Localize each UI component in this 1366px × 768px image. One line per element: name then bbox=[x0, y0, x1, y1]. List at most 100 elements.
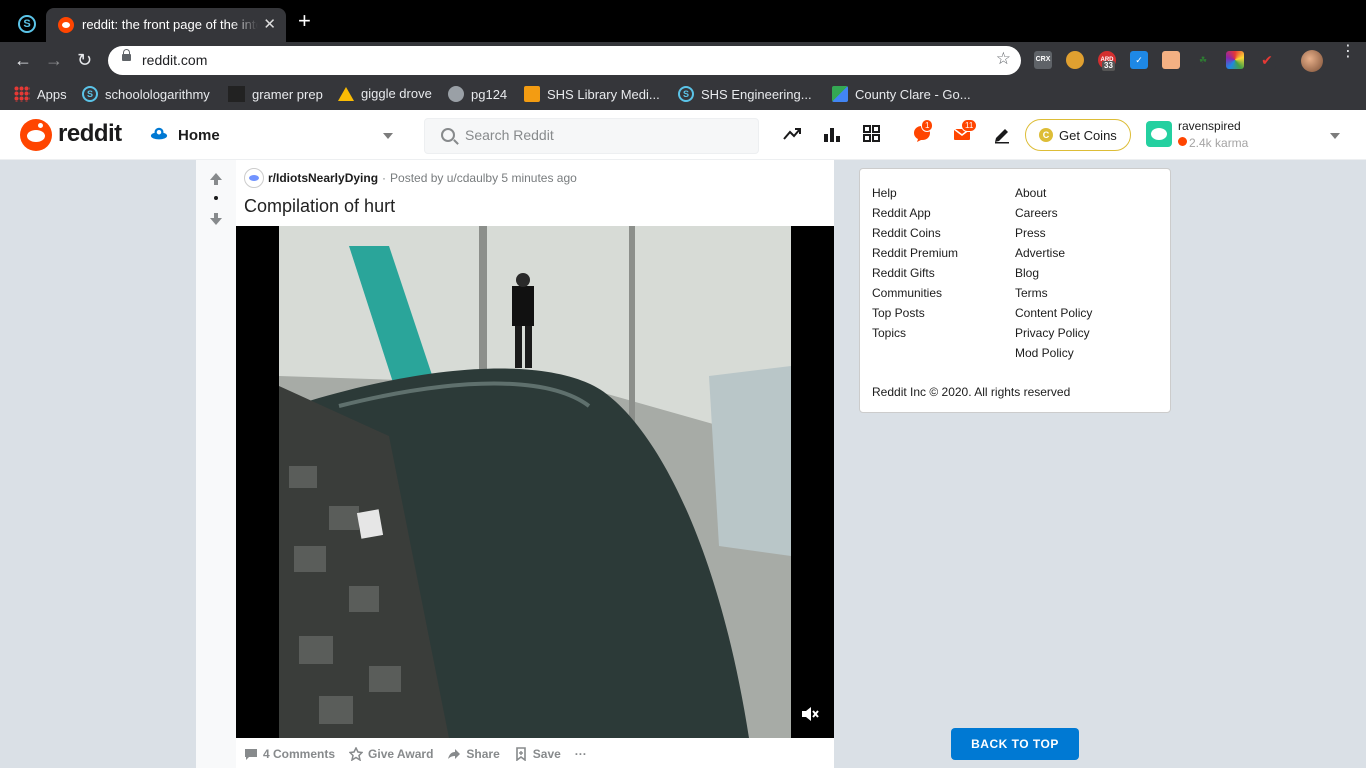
bookmark-shs-engineering[interactable]: S SHS Engineering... bbox=[678, 86, 812, 102]
user-menu[interactable]: ravenspired 2.4k karma bbox=[1146, 117, 1348, 153]
browser-tab-reddit[interactable]: reddit: the front page of the internet ✕ bbox=[46, 8, 286, 42]
inbox-button[interactable]: 11 bbox=[952, 119, 978, 144]
comment-icon bbox=[245, 749, 257, 760]
upvote-arrow-icon[interactable] bbox=[209, 172, 223, 186]
footer-link-careers[interactable]: Careers bbox=[1015, 203, 1092, 223]
footer-link-top-posts[interactable]: Top Posts bbox=[872, 303, 958, 323]
give-award-button[interactable]: Give Award bbox=[349, 747, 433, 761]
footer-link-press[interactable]: Press bbox=[1015, 223, 1092, 243]
more-options-button[interactable]: ··· bbox=[575, 747, 587, 761]
footer-link-reddit-app[interactable]: Reddit App bbox=[872, 203, 958, 223]
leaf-extension-icon[interactable]: ☘ bbox=[1194, 51, 1212, 69]
back-to-top-button[interactable]: BACK TO TOP bbox=[951, 728, 1079, 760]
post-title[interactable]: Compilation of hurt bbox=[244, 196, 395, 217]
posted-by[interactable]: Posted by u/cdaulby 5 minutes ago bbox=[390, 171, 577, 185]
mail-badge: 11 bbox=[961, 119, 978, 132]
search-bar[interactable] bbox=[424, 118, 759, 154]
ard-extension-icon[interactable]: ARD 33 bbox=[1098, 51, 1116, 71]
video-player[interactable] bbox=[236, 226, 834, 738]
crx-extension-icon[interactable]: CRX bbox=[1034, 51, 1052, 69]
footer-link-mod-policy[interactable]: Mod Policy bbox=[1015, 343, 1092, 363]
score-dot bbox=[214, 196, 218, 200]
footer-link-topics[interactable]: Topics bbox=[872, 323, 958, 343]
bookmark-label: Apps bbox=[37, 86, 67, 102]
footer-link-reddit-gifts[interactable]: Reddit Gifts bbox=[872, 263, 958, 283]
footer-link-help[interactable]: Help bbox=[872, 183, 958, 203]
reddit-header: reddit Home 1 bbox=[0, 110, 1366, 160]
schoology-app-icon[interactable]: S bbox=[18, 15, 36, 33]
back-arrow-icon[interactable]: ← bbox=[14, 48, 32, 72]
drive-icon bbox=[338, 86, 354, 101]
reddit-logo-icon[interactable] bbox=[20, 119, 52, 151]
share-button[interactable]: Share bbox=[447, 747, 500, 761]
bookmark-apps[interactable]: Apps bbox=[14, 86, 67, 102]
subreddit-icon[interactable] bbox=[244, 168, 264, 188]
footer-link-privacy-policy[interactable]: Privacy Policy bbox=[1015, 323, 1092, 343]
share-label: Share bbox=[466, 747, 500, 761]
browser-toolbar: ← → ↻ reddit.com ☆ CRX ARD 33 ✓ ☘ ✔ ⋮ bbox=[0, 42, 1366, 78]
bookmark-pg124[interactable]: pg124 bbox=[448, 86, 507, 102]
bookmark-shs-library[interactable]: SHS Library Medi... bbox=[524, 86, 660, 102]
get-coins-label: Get Coins bbox=[1059, 128, 1117, 143]
leaderboard-icon[interactable] bbox=[822, 124, 842, 144]
create-post-pencil-icon[interactable] bbox=[992, 124, 1012, 144]
footer-link-reddit-coins[interactable]: Reddit Coins bbox=[872, 223, 958, 243]
bookmark-label: County Clare - Go... bbox=[855, 86, 971, 102]
chat-button[interactable]: 1 bbox=[912, 119, 934, 144]
reddit-wordmark[interactable]: reddit bbox=[58, 120, 122, 148]
footer-link-content-policy[interactable]: Content Policy bbox=[1015, 303, 1092, 323]
video-frame bbox=[279, 226, 791, 738]
browser-tab-strip: S reddit: the front page of the internet… bbox=[0, 0, 1366, 42]
bookmark-label: giggle drove bbox=[361, 86, 432, 101]
bookmark-schoolologarithmy[interactable]: S schoolologarithmy bbox=[82, 86, 210, 102]
copyright-text: Reddit Inc © 2020. All rights reserved bbox=[872, 385, 1071, 399]
karma-icon bbox=[1178, 137, 1187, 146]
bookmarks-bar: Apps S schoolologarithmy gramer prep gig… bbox=[0, 78, 1366, 110]
bookmark-giggle-drove[interactable]: giggle drove bbox=[338, 86, 432, 101]
get-coins-button[interactable]: C Get Coins bbox=[1025, 119, 1131, 151]
vote-column bbox=[196, 160, 236, 768]
check-extension-icon[interactable]: ✓ bbox=[1130, 51, 1148, 69]
address-bar[interactable]: reddit.com ☆ bbox=[108, 46, 1021, 75]
mute-icon[interactable] bbox=[800, 704, 820, 724]
karma-count: 2.4k karma bbox=[1189, 136, 1249, 150]
reddit-favicon-icon bbox=[58, 17, 74, 33]
bookmark-star-icon[interactable]: ☆ bbox=[996, 49, 1011, 69]
subreddit-link[interactable]: r/IdiotsNearlyDying bbox=[268, 171, 378, 185]
bookmark-county-clare[interactable]: County Clare - Go... bbox=[832, 86, 971, 102]
tab-close-icon[interactable]: ✕ bbox=[263, 15, 276, 33]
rpan-icon[interactable] bbox=[862, 124, 882, 144]
footer-link-communities[interactable]: Communities bbox=[872, 283, 958, 303]
pin-extension-icon[interactable]: ✔ bbox=[1258, 51, 1276, 69]
footer-link-blog[interactable]: Blog bbox=[1015, 263, 1092, 283]
gbi-icon bbox=[228, 86, 245, 102]
downvote-arrow-icon[interactable] bbox=[209, 212, 223, 226]
feed-label: Home bbox=[178, 127, 220, 144]
footer-link-terms[interactable]: Terms bbox=[1015, 283, 1092, 303]
chevron-down-icon bbox=[383, 133, 393, 139]
footer-link-reddit-premium[interactable]: Reddit Premium bbox=[872, 243, 958, 263]
comments-button[interactable]: 4 Comments bbox=[244, 747, 335, 761]
reload-icon[interactable]: ↻ bbox=[77, 48, 92, 72]
user-avatar bbox=[1146, 121, 1172, 147]
new-tab-button[interactable]: + bbox=[298, 10, 311, 32]
globe-icon bbox=[448, 86, 464, 102]
search-input[interactable] bbox=[465, 127, 745, 143]
browser-menu-icon[interactable]: ⋮ bbox=[1340, 44, 1356, 60]
save-button[interactable]: Save bbox=[514, 747, 561, 761]
face-extension-icon[interactable] bbox=[1162, 51, 1180, 69]
video-still-image bbox=[279, 226, 791, 738]
bookmark-label: SHS Engineering... bbox=[701, 86, 812, 102]
browser-profile-avatar[interactable] bbox=[1301, 50, 1323, 72]
forward-arrow-icon[interactable]: → bbox=[45, 48, 63, 72]
owl-extension-icon[interactable] bbox=[1066, 51, 1084, 69]
footer-link-advertise[interactable]: Advertise bbox=[1015, 243, 1092, 263]
bookmark-gramer-prep[interactable]: gramer prep bbox=[228, 86, 323, 102]
share-icon bbox=[448, 749, 461, 759]
trending-icon[interactable] bbox=[782, 124, 802, 144]
bookmark-label: SHS Library Medi... bbox=[547, 86, 660, 102]
color-extension-icon[interactable] bbox=[1226, 51, 1244, 69]
footer-link-about[interactable]: About bbox=[1015, 183, 1092, 203]
chevron-down-icon bbox=[1330, 133, 1340, 139]
feed-selector[interactable]: Home bbox=[142, 118, 404, 152]
